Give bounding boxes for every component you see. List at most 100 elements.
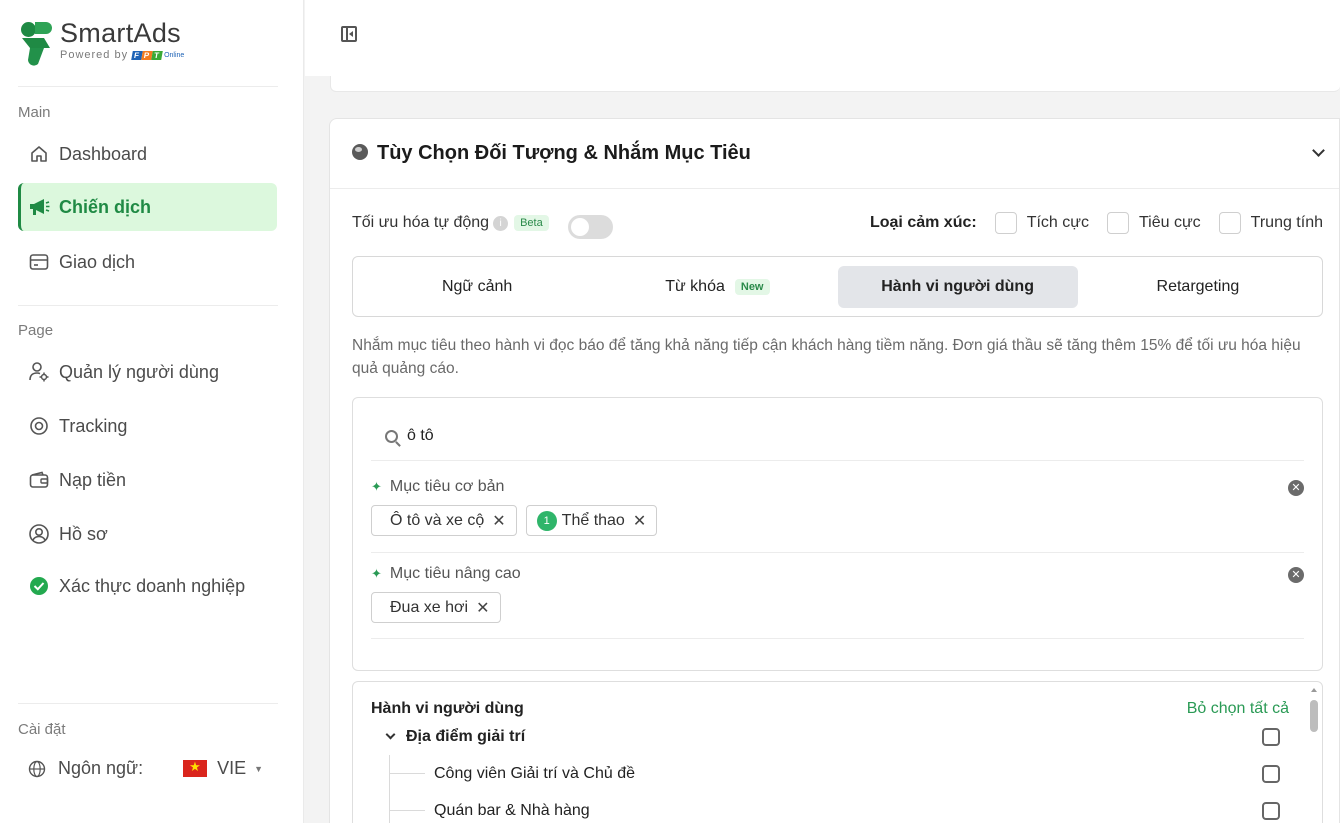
- tab-description: Nhắm mục tiêu theo hành vi đọc báo để tă…: [352, 337, 1301, 377]
- new-badge: New: [734, 278, 770, 295]
- card-icon: [28, 251, 50, 273]
- tree-checkbox[interactable]: [1262, 727, 1280, 746]
- advanced-targets-group: ✦ Mục tiêu nâng cao ✕ Đua xe hơi ✕: [371, 565, 1304, 639]
- search-input[interactable]: ô tô: [371, 412, 1304, 461]
- sidebar-item-transactions[interactable]: Giao dịch: [18, 238, 277, 286]
- behavior-tree: Hành vi người dùng Bỏ chọn tất cả Địa đi…: [352, 681, 1323, 823]
- clear-group-icon[interactable]: ✕: [1288, 480, 1304, 496]
- sidebar-item-label: Xác thực doanh nghiệp: [59, 575, 246, 596]
- topbar: [305, 0, 1340, 76]
- tree-category-label: Địa điểm giải trí: [406, 727, 526, 745]
- auto-optimize: Tối ưu hóa tự động i Beta: [352, 214, 549, 232]
- fpt-letter-t: T: [151, 50, 163, 60]
- language-selector[interactable]: Ngôn ngữ: VIE ▼: [28, 758, 263, 779]
- targeting-tabs: Ngữ cảnh Từ khóa New Hành vi người dùng R…: [352, 256, 1323, 317]
- emotion-negative-checkbox[interactable]: [1106, 212, 1129, 234]
- emotion-neutral[interactable]: Trung tính: [1218, 212, 1323, 234]
- fpt-online-label: Online: [164, 51, 185, 59]
- tab-context[interactable]: Ngữ cảnh: [357, 266, 597, 308]
- chevron-down-icon[interactable]: [385, 729, 396, 740]
- remove-chip-icon[interactable]: ✕: [633, 511, 646, 531]
- auto-optimize-toggle[interactable]: [568, 215, 613, 239]
- sidebar-item-business-verification[interactable]: Xác thực doanh nghiệp: [18, 562, 277, 610]
- tree-item-label: Quán bar & Nhà hàng: [434, 801, 590, 819]
- tab-retargeting[interactable]: Retargeting: [1078, 266, 1318, 308]
- tab-label: Hành vi người dùng: [881, 277, 1034, 295]
- sidebar-item-label: Tracking: [59, 415, 128, 436]
- divider: [18, 703, 278, 704]
- remove-chip-icon[interactable]: ✕: [492, 511, 505, 531]
- card-title: Tùy Chọn Đối Tượng & Nhắm Mục Tiêu: [377, 142, 751, 164]
- language-value: VIE: [217, 758, 247, 778]
- user-gear-icon: [28, 361, 50, 383]
- sidebar-item-label: Giao dịch: [59, 251, 136, 272]
- powered-by: Powered by F P T Online: [60, 49, 184, 61]
- globe-icon: [352, 144, 368, 160]
- tree-item[interactable]: Công viên Giải trí và Chủ đề: [353, 755, 1322, 792]
- divider: [18, 86, 278, 87]
- fpt-logo: F P T: [131, 50, 163, 60]
- tree-header: Hành vi người dùng: [371, 700, 524, 717]
- sidebar-item-label: Quản lý người dùng: [59, 361, 219, 382]
- sidebar-item-profile[interactable]: Hồ sơ: [18, 510, 277, 558]
- sidebar-item-tracking[interactable]: Tracking: [18, 402, 277, 450]
- clear-group-icon[interactable]: ✕: [1288, 567, 1304, 583]
- caret-down-icon: ▼: [254, 763, 264, 774]
- remove-chip-icon[interactable]: ✕: [476, 598, 489, 618]
- deselect-all-link[interactable]: Bỏ chọn tất cả: [1187, 700, 1289, 718]
- sidebar-item-label: Nạp tiền: [59, 469, 127, 490]
- card-header[interactable]: Tùy Chọn Đối Tượng & Nhắm Mục Tiêu: [330, 119, 1339, 189]
- tree-checkbox[interactable]: [1262, 801, 1280, 820]
- brand-name: SmartAds: [60, 18, 181, 48]
- emotion-positive[interactable]: Tích cực: [994, 212, 1089, 234]
- chevron-down-icon[interactable]: [1312, 144, 1325, 157]
- chip: Ô tô và xe cộ ✕: [371, 505, 517, 536]
- info-icon[interactable]: i: [493, 215, 509, 231]
- group-title: ✦ Mục tiêu cơ bản: [371, 478, 504, 496]
- sidebar-item-label: Chiến dịch: [59, 196, 152, 217]
- logo[interactable]: SmartAds Powered by F P T Online: [18, 18, 184, 68]
- emotion-negative[interactable]: Tiêu cực: [1106, 212, 1201, 234]
- basic-targets-group: ✦ Mục tiêu cơ bản ✕ Ô tô và xe cộ ✕ 1 Th…: [371, 478, 1304, 553]
- emotion-neutral-label: Trung tính: [1250, 214, 1323, 231]
- chip-label: Thể thao: [561, 511, 625, 529]
- wallet-icon: [28, 469, 50, 491]
- sidebar-item-dashboard[interactable]: Dashboard: [18, 130, 277, 178]
- selected-targets-box: ô tô ✦ Mục tiêu cơ bản ✕ Ô tô và xe cộ ✕…: [352, 397, 1323, 671]
- globe-icon: [28, 760, 46, 778]
- megaphone-icon: [28, 196, 50, 218]
- language-label: Ngôn ngữ:: [58, 758, 144, 778]
- group-title-label: Mục tiêu cơ bản: [389, 478, 505, 495]
- search-value: ô tô: [407, 427, 434, 444]
- tree-item[interactable]: Quán bar & Nhà hàng: [353, 792, 1322, 823]
- sidebar-item-campaign[interactable]: Chiến dịch: [18, 183, 277, 231]
- profile-icon: [28, 523, 50, 545]
- chip-list: Đua xe hơi ✕: [371, 592, 510, 623]
- check-circle-icon: [28, 575, 50, 597]
- sidebar-item-label: Dashboard: [59, 143, 148, 164]
- tree-category[interactable]: Địa điểm giải trí: [353, 718, 1322, 755]
- collapse-sidebar-icon[interactable]: [341, 26, 357, 42]
- tab-label: Ngữ cảnh: [441, 277, 513, 295]
- emotion-negative-label: Tiêu cực: [1138, 214, 1201, 231]
- emotion-positive-checkbox[interactable]: [994, 212, 1017, 234]
- tab-user-behavior[interactable]: Hành vi người dùng: [837, 265, 1078, 308]
- chip-count-badge: 1: [536, 510, 557, 531]
- scroll-up-icon[interactable]: [1311, 688, 1317, 692]
- tab-label: Retargeting: [1156, 277, 1240, 295]
- emotion-neutral-checkbox[interactable]: [1218, 212, 1241, 234]
- tree-checkbox[interactable]: [1262, 764, 1280, 783]
- tab-keywords[interactable]: Từ khóa New: [597, 266, 837, 308]
- previous-card: [330, 76, 1340, 92]
- emotion-label: Loại cảm xúc:: [869, 214, 977, 231]
- divider: [18, 305, 278, 306]
- auto-optimize-label: Tối ưu hóa tự động: [352, 214, 490, 231]
- sparkle-icon: ✦: [371, 479, 382, 494]
- sidebar-item-topup[interactable]: Nạp tiền: [18, 456, 277, 504]
- sidebar-item-label: Hồ sơ: [59, 523, 108, 544]
- sidebar-item-user-management[interactable]: Quản lý người dùng: [18, 348, 277, 396]
- vietnam-flag-icon: [183, 759, 208, 777]
- chip-list: Ô tô và xe cộ ✕ 1 Thể thao ✕: [371, 505, 666, 536]
- home-icon: [28, 143, 50, 165]
- emotion-positive-label: Tích cực: [1026, 214, 1089, 231]
